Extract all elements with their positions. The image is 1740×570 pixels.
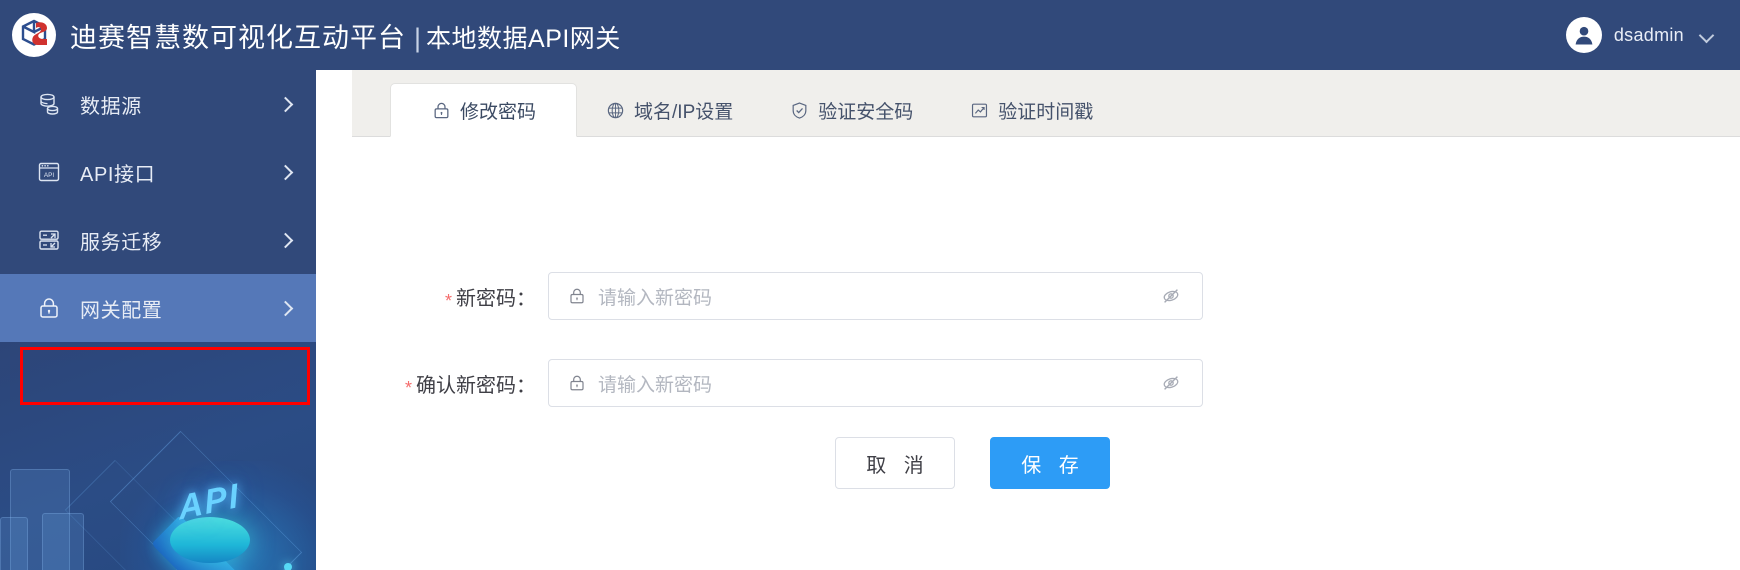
cube-logo-icon [12, 13, 56, 57]
database-icon [36, 91, 62, 117]
api-window-icon: API [36, 159, 62, 185]
server-migrate-icon [36, 227, 62, 253]
timestamp-chart-icon [969, 100, 989, 120]
illustration-dot [284, 563, 292, 570]
app-header: 迪赛智慧数可视化互动平台 | 本地数据API网关 dsadmin [0, 0, 1740, 70]
brand-title-text: 迪赛智慧数可视化互动平台 [70, 22, 406, 53]
chevron-right-icon [278, 232, 294, 248]
form-row-new-password: * 新密码： 请输入新密码 [316, 272, 1203, 320]
brand-subtitle: 本地数据API网关 [426, 24, 621, 53]
chevron-down-icon[interactable] [1700, 28, 1714, 42]
tab-label: 域名/IP设置 [634, 101, 734, 123]
sidebar-illustration: API [0, 341, 316, 570]
cancel-button[interactable]: 取 消 [835, 437, 955, 489]
eye-off-icon[interactable] [1158, 283, 1184, 309]
new-password-placeholder: 请输入新密码 [598, 287, 713, 309]
lock-icon [431, 100, 451, 120]
form-row-confirm-password: * 确认新密码： 请输入新密码 [316, 359, 1203, 407]
sidebar-item-label: API接口 [80, 163, 156, 186]
lock-icon [566, 285, 588, 307]
user-name: dsadmin [1613, 24, 1684, 45]
confirm-password-placeholder: 请输入新密码 [598, 374, 713, 396]
user-menu[interactable]: dsadmin [1565, 17, 1714, 53]
new-password-label: * 新密码： [316, 282, 548, 311]
sidebar-item-api[interactable]: API API接口 [0, 138, 316, 206]
sidebar-item-datasource[interactable]: 数据源 [0, 70, 316, 138]
confirm-password-input[interactable]: 请输入新密码 [548, 359, 1203, 407]
chevron-right-icon [278, 300, 294, 316]
sidebar-nav: 数据源 API API接口 服务迁移 网关配置 [0, 70, 316, 342]
tab-label: 验证安全码 [818, 101, 914, 123]
lock-icon [566, 372, 588, 394]
chevron-right-icon [278, 96, 294, 112]
sidebar-item-label: 网关配置 [80, 299, 163, 322]
eye-off-icon[interactable] [1158, 370, 1184, 396]
shield-check-icon [789, 100, 809, 120]
app-root: 迪赛智慧数可视化互动平台 | 本地数据API网关 dsadmin API 数据源… [0, 0, 1740, 570]
new-password-input[interactable]: 请输入新密码 [548, 272, 1203, 320]
tab-label: 修改密码 [460, 101, 537, 123]
required-marker: * [404, 377, 412, 398]
brand-separator: | [414, 22, 423, 53]
tab-list: 修改密码 域名/IP设置 验证安全码 验证时间戳 [352, 70, 1740, 137]
illustration-server-tower [0, 517, 28, 570]
tab-timestamp[interactable]: 验证时间戳 [941, 84, 1121, 136]
required-marker: * [444, 290, 452, 311]
tab-domain-ip-settings[interactable]: 域名/IP设置 [577, 84, 761, 136]
tab-label: 验证时间戳 [998, 101, 1094, 123]
sidebar-item-migration[interactable]: 服务迁移 [0, 206, 316, 274]
confirm-password-label-text: 确认新密码： [416, 374, 536, 397]
illustration-server-tower [42, 513, 84, 570]
chevron-right-icon [278, 164, 294, 180]
tab-change-password[interactable]: 修改密码 [390, 83, 578, 137]
new-password-label-text: 新密码： [456, 287, 536, 310]
sidebar-item-label: 服务迁移 [80, 231, 163, 254]
form-actions: 取 消 保 存 [835, 437, 1110, 489]
tab-security-code[interactable]: 验证安全码 [761, 84, 941, 136]
brand: 迪赛智慧数可视化互动平台 | 本地数据API网关 [12, 13, 621, 57]
sidebar: API 数据源 API API接口 服务迁移 网关配置 [0, 70, 316, 570]
lock-icon [36, 295, 62, 321]
user-avatar-icon [1565, 17, 1602, 53]
globe-icon [605, 100, 625, 120]
svg-text:API: API [44, 172, 55, 179]
tab-bar: 修改密码 域名/IP设置 验证安全码 验证时间戳 [352, 70, 1740, 137]
sidebar-item-label: 数据源 [80, 95, 142, 118]
content-area: 修改密码 域名/IP设置 验证安全码 验证时间戳 * 新密码： 请输入新密码 *… [316, 70, 1740, 570]
brand-title: 迪赛智慧数可视化互动平台 | 本地数据API网关 [70, 16, 621, 55]
confirm-password-label: * 确认新密码： [316, 369, 548, 398]
sidebar-item-gateway-config[interactable]: 网关配置 [0, 274, 316, 342]
change-password-form: * 新密码： 请输入新密码 * 确认新密码： 请输入新密码 取 消 保 存 [316, 137, 1740, 570]
save-button[interactable]: 保 存 [990, 437, 1110, 489]
